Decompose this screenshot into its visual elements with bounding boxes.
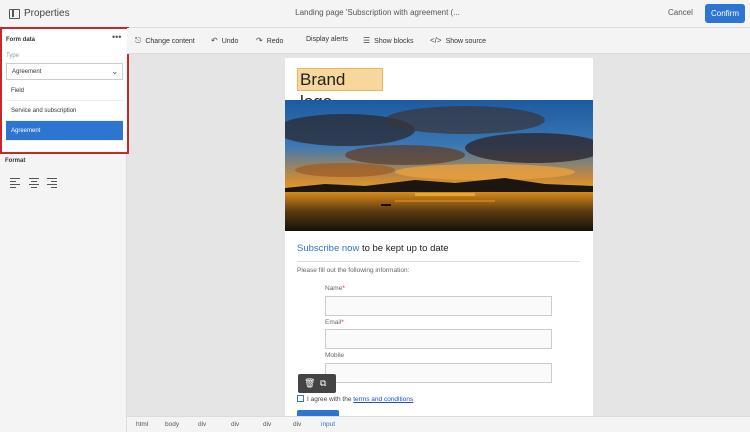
redo-icon: ↷ <box>256 36 263 45</box>
redo-button[interactable]: ↷ Redo <box>256 36 283 45</box>
panel-toggle-icon[interactable] <box>9 9 20 19</box>
editor-toolbar: ⎋ Change content ↶ Undo ↷ Redo Display aler… <box>127 28 750 54</box>
email-input[interactable] <box>325 329 552 349</box>
hero-image[interactable] <box>285 100 593 231</box>
name-input[interactable] <box>325 296 552 316</box>
required-marker: * <box>341 319 344 326</box>
type-label: Type <box>6 53 20 59</box>
agreement-row: I agree with the terms and conditions <box>297 395 413 403</box>
more-options-icon[interactable]: ••• <box>112 32 121 42</box>
element-floating-toolbar: 🗑 ⧉ <box>298 374 336 393</box>
format-title: Format <box>5 158 26 164</box>
email-field-label: Email* <box>325 319 344 326</box>
mobile-input[interactable] <box>325 363 552 383</box>
crumb-body[interactable]: body <box>165 421 179 428</box>
subscribe-now-link[interactable]: Subscribe now <box>297 243 359 254</box>
element-breadcrumb: html body div div div div input <box>127 416 750 432</box>
crumb-div[interactable]: div <box>293 421 301 428</box>
type-select-value: Agreement <box>12 69 42 75</box>
blocks-icon: ☰ <box>363 36 371 45</box>
trash-icon[interactable]: 🗑 <box>304 378 315 389</box>
agreement-checkbox[interactable] <box>297 395 304 402</box>
properties-title: Properties <box>24 8 70 19</box>
change-content-button[interactable]: ⎋ Change content <box>135 36 195 46</box>
subscribe-heading: Subscribe now to be kept up to date <box>297 243 449 254</box>
mobile-field-label: Mobile <box>325 352 344 359</box>
source-code-icon: </> <box>430 36 442 45</box>
fill-out-instructions: Please fill out the following informatio… <box>297 267 410 274</box>
undo-button[interactable]: ↶ Undo <box>211 36 238 45</box>
mobile-label-text: Mobile <box>325 352 345 359</box>
type-option-service[interactable]: Service and subscription <box>6 101 123 121</box>
form-data-title: Form data <box>6 37 36 43</box>
email-label-text: Email <box>325 319 342 326</box>
chevron-down-icon[interactable]: ⌄ <box>111 66 119 77</box>
type-options-list: Field Service and subscription Agreement <box>6 81 123 141</box>
top-bar: Properties Landing page 'Subscription wi… <box>0 0 750 28</box>
align-right-icon[interactable] <box>47 178 57 188</box>
subscribe-heading-rest: to be kept up to date <box>359 243 449 254</box>
cancel-button[interactable]: Cancel <box>668 8 693 17</box>
name-field-label: Name* <box>325 285 345 292</box>
undo-icon: ↶ <box>211 36 218 45</box>
change-content-icon: ⎋ <box>135 36 142 45</box>
align-center-icon[interactable] <box>29 178 39 188</box>
change-content-label: Change content <box>145 38 195 45</box>
divider <box>297 261 580 262</box>
required-marker: * <box>342 285 345 292</box>
agreement-text: I agree with the <box>307 396 354 403</box>
show-source-label: Show source <box>445 38 487 45</box>
display-alerts-label: Display alerts <box>306 36 349 43</box>
align-left-icon[interactable] <box>10 178 20 188</box>
crumb-div[interactable]: div <box>198 421 206 428</box>
show-blocks-button[interactable]: ☰ Show blocks <box>363 36 413 45</box>
crumb-html[interactable]: html <box>136 421 148 428</box>
brand-logo[interactable]: Brand logo <box>297 68 383 111</box>
landing-page-canvas: Brand logo Subscribe <box>285 58 593 432</box>
type-select[interactable]: Agreement ⌄ <box>6 63 123 80</box>
crumb-input[interactable]: input <box>321 421 335 428</box>
crumb-div[interactable]: div <box>231 421 239 428</box>
crumb-div[interactable]: div <box>263 421 271 428</box>
terms-link[interactable]: terms and conditions <box>353 396 413 403</box>
form-data-popup: Form data ••• Type Agreement ⌄ Field Ser… <box>0 27 129 154</box>
page-title: Landing page 'Subscription with agreemen… <box>295 8 460 17</box>
show-blocks-label: Show blocks <box>374 38 414 45</box>
name-label-text: Name <box>325 285 343 292</box>
duplicate-icon[interactable]: ⧉ <box>320 378 326 389</box>
undo-label: Undo <box>221 38 239 45</box>
type-option-agreement[interactable]: Agreement <box>6 121 123 141</box>
show-source-button[interactable]: </> Show source <box>430 36 486 45</box>
display-alerts-button[interactable]: Display alerts <box>306 36 348 43</box>
confirm-button[interactable]: Confirm <box>705 4 745 23</box>
type-option-field[interactable]: Field <box>6 81 123 101</box>
redo-label: Redo <box>266 38 284 45</box>
